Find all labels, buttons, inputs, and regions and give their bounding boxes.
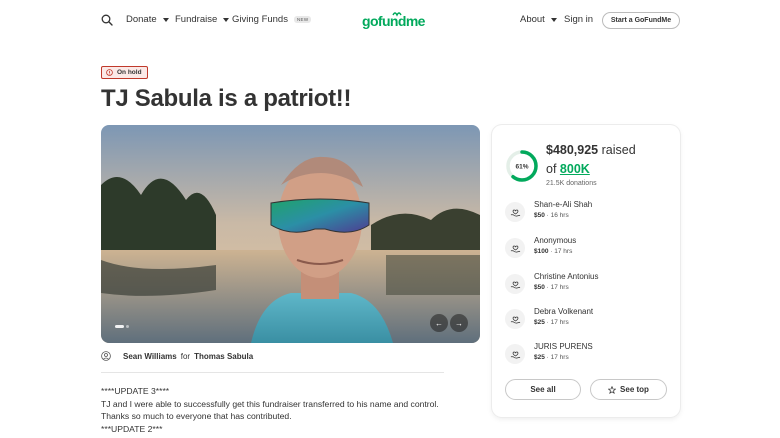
- donor-row: Shan-e-Ali Shah $50 · 16 hrs: [505, 200, 675, 226]
- status-badge: On hold: [101, 66, 148, 79]
- caret-down-icon: [162, 17, 169, 22]
- hand-heart-icon: [510, 351, 520, 359]
- hand-heart-icon: [510, 209, 520, 217]
- organizer-line: Sean Williams for Thomas Sabula: [101, 351, 253, 361]
- donor-amount: $25: [534, 319, 545, 326]
- progress-ring: 61%: [506, 150, 538, 182]
- donor-avatar: [505, 309, 525, 329]
- arrow-right-icon: →: [455, 318, 463, 328]
- donor-avatar: [505, 238, 525, 258]
- nav-sign-in[interactable]: Sign in: [564, 14, 593, 25]
- gofundme-logo[interactable]: gofundme: [362, 11, 425, 29]
- hand-heart-icon: [510, 316, 520, 324]
- campaign-story: ****UPDATE 3**** TJ and I were able to s…: [101, 385, 451, 435]
- new-badge: NEW: [293, 16, 312, 23]
- next-photo-button[interactable]: →: [450, 314, 468, 332]
- donor-avatar: [505, 202, 525, 222]
- progress-percent: 61%: [515, 164, 528, 171]
- nav-giving-funds[interactable]: Giving Funds NEW: [232, 14, 312, 25]
- nav-fundraise[interactable]: Fundraise: [175, 14, 230, 25]
- campaign-photo-image: [101, 125, 480, 343]
- organizer-name[interactable]: Sean Williams: [123, 352, 177, 361]
- raised-amount: $480,925: [546, 143, 599, 157]
- donor-meta: $25 · 17 hrs: [534, 319, 569, 326]
- arrow-left-icon: ←: [435, 318, 443, 328]
- donor-amount: $50: [534, 284, 545, 291]
- donor-name: Shan-e-Ali Shah: [534, 200, 593, 209]
- see-all-button[interactable]: See all: [505, 379, 581, 400]
- donor-row: Christine Antonius $50 · 17 hrs: [505, 272, 675, 298]
- caret-down-icon: [223, 17, 230, 22]
- donor-time: 17 hrs: [550, 354, 569, 361]
- person-icon: [101, 351, 111, 361]
- donor-avatar: [505, 274, 525, 294]
- donor-name: Christine Antonius: [534, 272, 599, 281]
- donor-time: 17 hrs: [554, 248, 573, 255]
- donor-name: Debra Volkenant: [534, 307, 594, 316]
- story-line: TJ and I were able to successfully get t…: [101, 398, 439, 409]
- status-badge-label: On hold: [117, 69, 142, 76]
- donation-count: 21.5K donations: [546, 180, 597, 187]
- donor-time: 17 hrs: [550, 319, 569, 326]
- start-gofundme-button[interactable]: Start a GoFundMe: [602, 12, 680, 29]
- see-top-label: See top: [620, 385, 649, 394]
- carousel-indicator[interactable]: [126, 325, 129, 328]
- nav-fundraise-label: Fundraise: [175, 14, 218, 25]
- search-icon[interactable]: [101, 14, 113, 26]
- beneficiary-name[interactable]: Thomas Sabula: [194, 352, 253, 361]
- carousel-indicator-active[interactable]: [115, 325, 124, 328]
- story-line: ***UPDATE 2***: [101, 423, 163, 434]
- organizer-for: for: [180, 351, 191, 361]
- see-top-button[interactable]: See top: [590, 379, 667, 400]
- previous-photo-button[interactable]: ←: [430, 314, 448, 332]
- donor-time: 17 hrs: [550, 284, 569, 291]
- donor-name: Anonymous: [534, 236, 577, 245]
- story-line: ****UPDATE 3****: [101, 386, 170, 396]
- donor-time: 16 hrs: [550, 212, 569, 219]
- goal-line: of 800K: [546, 162, 590, 176]
- nav-giving-funds-label: Giving Funds: [232, 14, 288, 25]
- of-word: of: [546, 162, 557, 176]
- caret-down-icon: [550, 17, 557, 22]
- donor-amount: $100: [534, 248, 549, 255]
- hand-heart-icon: [510, 281, 520, 289]
- donor-row: Debra Volkenant $25 · 17 hrs: [505, 307, 675, 333]
- donor-meta: $25 · 17 hrs: [534, 354, 569, 361]
- donor-amount: $50: [534, 212, 545, 219]
- donor-meta: $50 · 16 hrs: [534, 212, 569, 219]
- see-all-label: See all: [530, 385, 556, 394]
- donor-meta: $50 · 17 hrs: [534, 284, 569, 291]
- donor-row: JURIS PURENS $25 · 17 hrs: [505, 342, 675, 368]
- logo-text: gofundme: [362, 13, 425, 29]
- donor-amount: $25: [534, 354, 545, 361]
- divider: [101, 372, 444, 373]
- star-icon: [608, 385, 617, 394]
- donor-row: Anonymous $100 · 17 hrs: [505, 236, 675, 262]
- goal-amount[interactable]: 800K: [560, 162, 590, 176]
- top-nav: Donate Fundraise Giving Funds NEW gofund…: [0, 0, 780, 40]
- nav-sign-in-label: Sign in: [564, 14, 594, 25]
- donor-name: JURIS PURENS: [534, 342, 593, 351]
- nav-donate-label: Donate: [126, 14, 157, 25]
- amount-raised: $480,925 raised: [546, 143, 636, 157]
- nav-about[interactable]: About: [520, 14, 557, 25]
- donor-meta: $100 · 17 hrs: [534, 248, 572, 255]
- campaign-photo[interactable]: [101, 125, 480, 343]
- donor-avatar: [505, 344, 525, 364]
- story-line: Thanks so much to everyone that has cont…: [101, 411, 292, 421]
- nav-about-label: About: [520, 14, 545, 25]
- alert-circle-icon: [106, 69, 113, 76]
- raised-word: raised: [601, 143, 636, 157]
- page-title: TJ Sabula is a patriot!!: [101, 85, 352, 112]
- hand-heart-icon: [510, 245, 520, 253]
- nav-donate[interactable]: Donate: [126, 14, 169, 25]
